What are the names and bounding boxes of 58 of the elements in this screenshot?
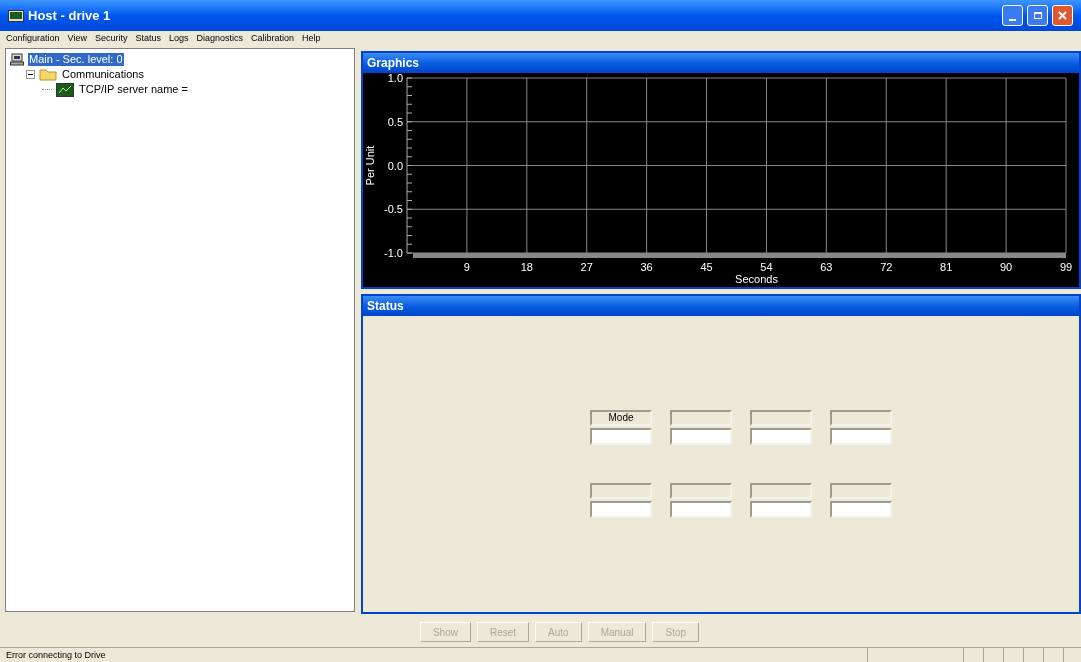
menu-item[interactable]: Help <box>302 33 321 44</box>
x-axis-label: Seconds <box>735 273 778 285</box>
label-well <box>590 483 652 499</box>
value-field <box>830 428 892 445</box>
menu-item[interactable]: Calibration <box>251 33 295 44</box>
value-field <box>590 501 652 518</box>
x-tick-label: 45 <box>700 261 713 273</box>
x-tick-label: 9 <box>463 261 470 273</box>
panel-title: Graphics <box>367 55 420 72</box>
x-tick-label: 81 <box>940 261 953 273</box>
tree-item[interactable]: Main - Sec. level: 0 <box>28 53 124 66</box>
value-field <box>750 428 812 445</box>
menu-item[interactable]: Configuration <box>6 33 60 44</box>
x-tick-label: 36 <box>640 261 653 273</box>
menu-item[interactable]: Diagnostics <box>196 33 243 44</box>
minimize-button[interactable] <box>1002 5 1023 26</box>
value-field <box>830 501 892 518</box>
label-well <box>670 483 732 499</box>
restore-button[interactable] <box>1027 5 1048 26</box>
collapse-icon[interactable] <box>26 70 35 79</box>
folder-icon <box>39 68 57 81</box>
label-well <box>670 410 732 426</box>
x-tick-label: 18 <box>520 261 533 273</box>
menu-item[interactable]: Status <box>135 33 161 44</box>
y-axis-label: Per Unit <box>364 145 376 186</box>
label-well <box>750 410 812 426</box>
label-well <box>750 483 812 499</box>
value-field <box>670 501 732 518</box>
window-title: Host - drive 1 <box>28 6 111 25</box>
tree-item[interactable]: Communications <box>61 68 145 81</box>
close-icon <box>1058 11 1067 20</box>
y-tick-label: 1.0 <box>387 73 403 84</box>
y-tick-label: -0.5 <box>384 203 403 216</box>
x-tick-label: 54 <box>760 261 773 273</box>
computer-icon <box>10 53 24 66</box>
field-label: Mode <box>590 410 652 426</box>
x-tick-label: 72 <box>880 261 893 273</box>
value-field <box>670 428 732 445</box>
value-field <box>590 428 652 445</box>
label-well <box>830 483 892 499</box>
x-tick-label: 27 <box>580 261 593 273</box>
menu-item[interactable]: Security <box>94 33 128 44</box>
menu-item[interactable]: View <box>67 33 87 44</box>
value-field <box>750 501 812 518</box>
panel-title: Status <box>367 298 404 315</box>
monitor-icon <box>56 82 74 97</box>
y-tick-label: 0.0 <box>387 159 403 172</box>
close-button[interactable] <box>1052 5 1073 26</box>
status-message: Error connecting to Drive <box>5 649 107 661</box>
tree-item[interactable]: TCP/IP server name = <box>78 83 189 96</box>
y-tick-label: -1.0 <box>384 247 403 259</box>
menu-item[interactable]: Logs <box>168 33 189 44</box>
x-tick-label: 99 <box>1059 261 1073 273</box>
y-tick-label: 0.5 <box>387 115 403 128</box>
label-well <box>830 410 892 426</box>
x-tick-label: 63 <box>820 261 833 273</box>
app-icon <box>8 9 24 22</box>
x-tick-label: 90 <box>999 261 1013 273</box>
